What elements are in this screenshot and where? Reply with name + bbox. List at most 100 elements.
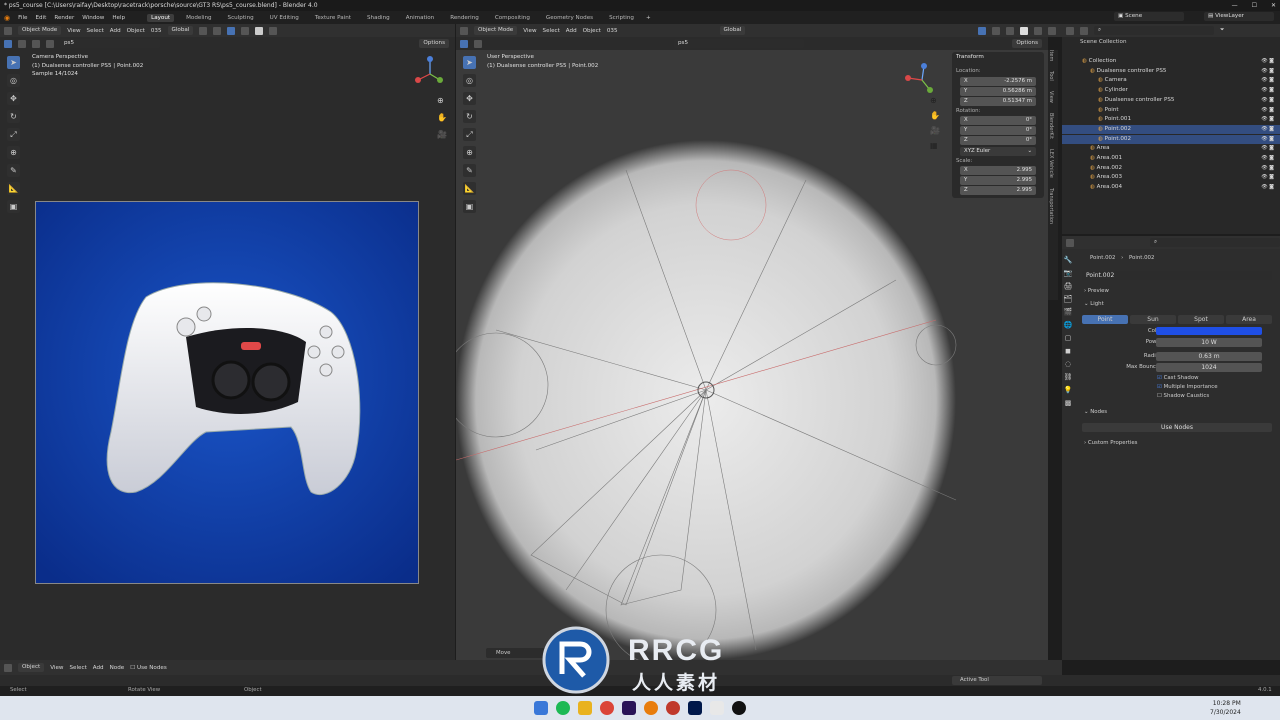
use-nodes-toggle[interactable]: ☐ Use Nodes — [130, 665, 167, 671]
cursor-tool-icon[interactable]: ◎ — [7, 74, 20, 87]
shadow-caustics-checkbox[interactable]: ☐ Shadow Caustics — [1157, 393, 1209, 399]
select-tool-icon[interactable]: ➤ — [463, 56, 476, 69]
todo-icon[interactable] — [710, 701, 724, 715]
outliner-row[interactable]: ◍ Point 👁 ◙ — [1062, 106, 1280, 116]
tab-geometry-nodes[interactable]: Geometry Nodes — [542, 14, 597, 22]
rotation-mode-dropdown[interactable]: XYZ Euler ⌄ — [960, 147, 1036, 156]
view-menu[interactable]: View — [523, 28, 536, 34]
location-x-field[interactable]: X -2.2576 m — [960, 77, 1036, 86]
left-options-button[interactable]: Options — [419, 39, 449, 48]
start-menu-icon[interactable] — [534, 701, 548, 715]
tab-view[interactable]: View — [1048, 91, 1054, 103]
navigation-gizmo-icon[interactable] — [410, 54, 450, 94]
outliner-row[interactable]: ◍ Point.002 👁 ◙ — [1062, 134, 1280, 145]
light-type-area[interactable]: Area — [1226, 315, 1272, 324]
radius-field[interactable]: 0.63 m — [1156, 352, 1262, 361]
editor-type-icon[interactable] — [4, 663, 12, 672]
rotation-y-field[interactable]: Y 0° — [960, 126, 1036, 135]
multiple-importance-checkbox[interactable]: ☑ Multiple Importance — [1157, 384, 1218, 390]
measure-tool-icon[interactable]: 📐 — [463, 182, 476, 195]
editor-type-icon[interactable] — [4, 26, 12, 35]
pan-hand-icon[interactable]: ✋ — [437, 113, 447, 122]
right-search-field[interactable]: ps5 — [674, 39, 804, 48]
mode-extend-icon[interactable] — [18, 39, 26, 48]
visibility-toggle-icon[interactable]: 👁 ◙ — [1261, 164, 1274, 174]
camera-tag[interactable]: 035 — [607, 28, 618, 34]
outliner-row[interactable]: ◍ Collection 👁 ◙ — [1062, 57, 1280, 67]
orientation-dropdown[interactable]: Global — [167, 26, 194, 35]
rotate-tool-icon[interactable]: ↻ — [463, 110, 476, 123]
data-tab-icon[interactable]: 💡 — [1064, 386, 1073, 394]
cast-shadow-checkbox[interactable]: ☑ Cast Shadow — [1157, 375, 1199, 381]
tab-texture-paint[interactable]: Texture Paint — [311, 14, 355, 22]
scene-tab-icon[interactable]: 🎬 — [1064, 308, 1073, 316]
chrome-icon[interactable] — [600, 701, 614, 715]
shading-rendered-icon[interactable] — [269, 26, 278, 35]
tab-animation[interactable]: Animation — [402, 14, 439, 22]
filter-icon[interactable]: ⏷ — [1220, 27, 1224, 34]
visibility-toggle-icon[interactable]: 👁 ◙ — [1261, 173, 1274, 183]
tab-layout[interactable]: Layout — [147, 13, 175, 22]
output-tab-icon[interactable]: 🖨 — [1064, 282, 1073, 290]
visibility-toggle-icon[interactable]: 👁 ◙ — [1261, 76, 1274, 86]
tool-tab-icon[interactable]: 🔧 — [1064, 256, 1073, 264]
orientation-dropdown[interactable]: Global — [719, 26, 746, 35]
mode-invert-icon[interactable] — [46, 39, 54, 48]
camera-viewport[interactable]: ➤ ◎ ✥ ↻ ⤢ ⊕ ✎ 📐 ▣ Camera Perspective (1)… — [0, 50, 455, 660]
shading-material-icon[interactable] — [1034, 26, 1042, 35]
xray-icon[interactable] — [241, 26, 250, 35]
select-box-icon[interactable] — [4, 39, 12, 48]
select-menu[interactable]: Select — [87, 28, 104, 34]
visibility-toggle-icon[interactable]: 👁 ◙ — [1261, 115, 1274, 125]
menu-help[interactable]: Help — [112, 15, 125, 21]
outliner-row[interactable]: ◍ Point.002 👁 ◙ — [1062, 124, 1280, 135]
add-workspace-icon[interactable]: + — [646, 15, 651, 21]
visibility-toggle-icon[interactable]: 👁 ◙ — [1261, 67, 1274, 77]
custom-properties-panel[interactable]: › Custom Properties — [1084, 440, 1137, 446]
visibility-toggle-icon[interactable]: 👁 ◙ — [1261, 183, 1274, 193]
close-icon[interactable]: ✕ — [1271, 0, 1276, 11]
visibility-toggle-icon[interactable]: 👁 ◙ — [1261, 125, 1274, 135]
transform-tool-icon[interactable]: ⊕ — [7, 146, 20, 159]
texture-tab-icon[interactable]: ▩ — [1065, 399, 1072, 407]
constraints-tab-icon[interactable]: ⛓ — [1064, 373, 1073, 381]
editor-type-icon[interactable] — [460, 26, 468, 35]
visibility-toggle-icon[interactable]: 👁 ◙ — [1261, 106, 1274, 116]
nodes-panel[interactable]: ⌄ Nodes — [1084, 409, 1107, 415]
overlay-icon[interactable] — [992, 26, 1000, 35]
camera-tag[interactable]: 035 — [151, 28, 162, 34]
shading-rendered-icon[interactable] — [1048, 26, 1056, 35]
zoom-icon[interactable]: ⊕ — [437, 96, 447, 105]
menu-render[interactable]: Render — [54, 15, 74, 21]
scale-z-field[interactable]: Z 2.995 — [960, 186, 1036, 195]
editor-type-icon[interactable] — [1066, 26, 1074, 35]
cursor-tool-icon[interactable]: ◎ — [463, 74, 476, 87]
viewlayer-selector[interactable]: ▤ ViewLayer — [1204, 12, 1274, 21]
outliner-search[interactable]: ⌕ — [1094, 26, 1214, 35]
gizmo-icon[interactable] — [978, 26, 986, 35]
max-bounces-field[interactable]: 1024 — [1156, 363, 1262, 372]
view-menu[interactable]: View — [50, 665, 63, 671]
left-search-field[interactable]: ps5 — [60, 39, 160, 48]
shading-solid-icon[interactable] — [255, 26, 264, 35]
physics-tab-icon[interactable]: ◌ — [1065, 360, 1071, 368]
node-menu[interactable]: Node — [110, 665, 125, 671]
visibility-toggle-icon[interactable]: 👁 ◙ — [1261, 86, 1274, 96]
outliner-row[interactable]: ◍ Area.004 👁 ◙ — [1062, 183, 1280, 193]
snap-icon[interactable] — [199, 26, 208, 35]
object-mode-dropdown[interactable]: Object Mode — [18, 26, 62, 35]
location-y-field[interactable]: Y 0.56286 m — [960, 87, 1036, 96]
blender-taskbar-icon[interactable] — [644, 701, 658, 715]
tab-modeling[interactable]: Modeling — [182, 14, 215, 22]
object-tab-icon[interactable]: ◼ — [1065, 347, 1071, 355]
add-menu[interactable]: Add — [566, 28, 577, 34]
use-nodes-button[interactable]: Use Nodes — [1082, 423, 1272, 432]
tab-uv-editing[interactable]: UV Editing — [266, 14, 303, 22]
transform-tool-icon[interactable]: ⊕ — [463, 146, 476, 159]
outliner-row[interactable]: ◍ Point.001 👁 ◙ — [1062, 115, 1280, 125]
select-menu[interactable]: Select — [70, 665, 87, 671]
add-cube-tool-icon[interactable]: ▣ — [463, 200, 476, 213]
tab-blenderkit[interactable]: BlenderKit — [1048, 113, 1054, 139]
add-menu[interactable]: Add — [110, 28, 121, 34]
rotate-tool-icon[interactable]: ↻ — [7, 110, 20, 123]
